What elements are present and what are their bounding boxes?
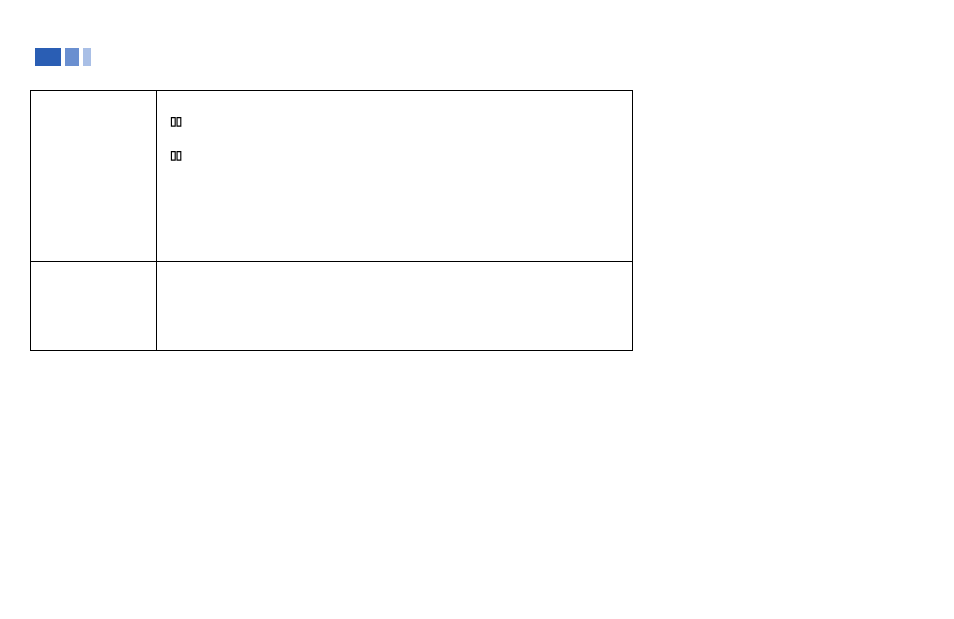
brand-bars [35,48,91,66]
brand-bar-2 [65,48,79,66]
table-cell-r2c1 [31,262,157,351]
spec-table [30,90,633,351]
brand-bar-3 [83,48,91,66]
brand-bar-1 [35,48,61,66]
table-row [31,91,633,262]
dolby-icon: ▯▯ [170,148,181,162]
table-cell-r1c1 [31,91,157,262]
table-cell-r2c2 [157,262,633,351]
table-cell-r1c2 [157,91,633,262]
dolby-icon: ▯▯ [170,114,181,128]
document-page: ▯▯ ▯▯ [0,0,954,619]
table-row [31,262,633,351]
